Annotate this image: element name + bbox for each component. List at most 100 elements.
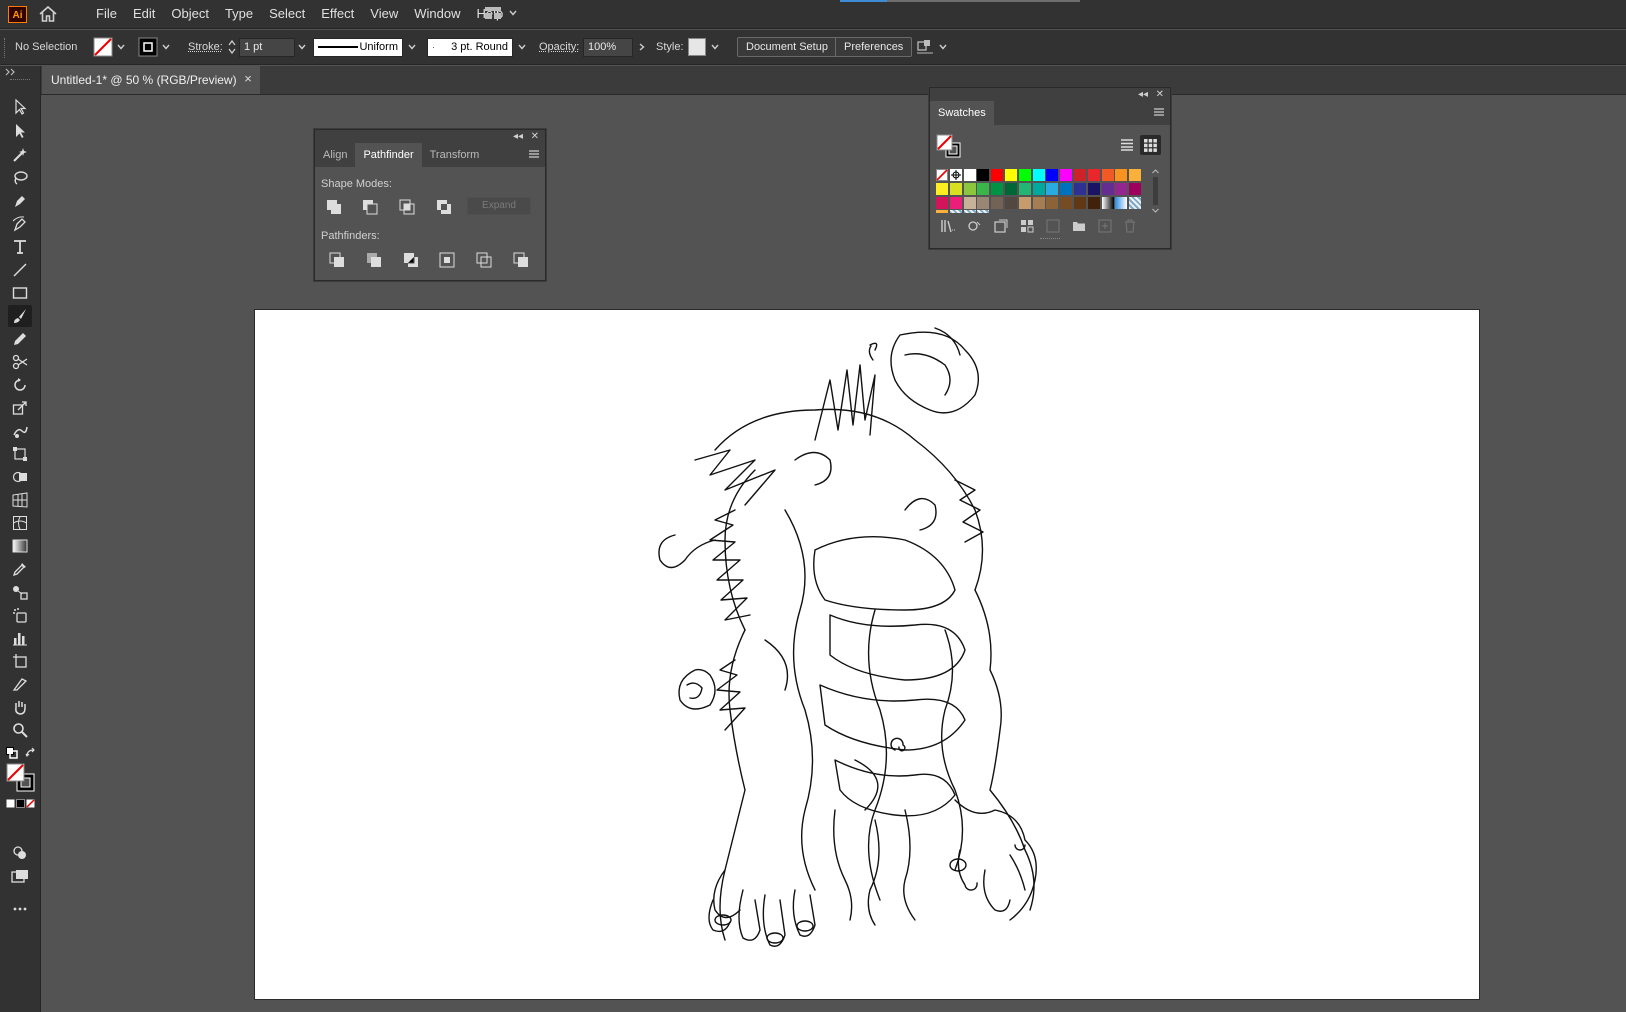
trim-icon[interactable] (366, 252, 382, 268)
swatch[interactable] (1087, 182, 1100, 195)
minus-back-icon[interactable] (513, 252, 529, 268)
artboard[interactable] (254, 309, 1480, 1000)
tab-align[interactable]: Align (315, 143, 355, 167)
control-bar-grip[interactable] (4, 38, 8, 58)
collapse-icon[interactable]: ◂◂ (513, 131, 523, 142)
zoom-tool-icon[interactable] (8, 719, 32, 741)
crop-icon[interactable] (439, 252, 455, 268)
swatch[interactable] (1018, 182, 1031, 195)
rotate-tool-icon[interactable] (8, 374, 32, 396)
panel-titlebar[interactable]: ◂◂ ✕ (930, 88, 1170, 101)
paintbrush-tool-icon[interactable] (8, 305, 32, 327)
swatch[interactable] (1032, 169, 1045, 181)
swatch[interactable] (1005, 182, 1017, 195)
swatch[interactable] (1046, 196, 1059, 209)
document-tab[interactable]: Untitled-1* @ 50 % (RGB/Preview) × (42, 66, 260, 94)
panel-menu-icon[interactable] (529, 150, 539, 158)
swatch[interactable] (1060, 196, 1073, 209)
preferences-button[interactable]: Preferences (835, 37, 913, 57)
swatch[interactable] (936, 169, 948, 181)
panel-resize-grip[interactable] (1040, 238, 1060, 242)
swatch[interactable] (1074, 196, 1086, 209)
document-setup-button[interactable]: Document Setup (737, 37, 837, 57)
toolbar-grip[interactable] (10, 79, 30, 83)
perspective-grid-tool-icon[interactable] (8, 489, 32, 511)
menu-file[interactable]: File (88, 0, 125, 28)
swatch[interactable] (1115, 169, 1128, 181)
swatch[interactable] (977, 210, 990, 213)
selection-tool-icon[interactable] (8, 96, 32, 118)
pen-tool-icon[interactable] (8, 190, 32, 212)
home-icon[interactable] (38, 5, 58, 23)
swatch[interactable] (1101, 182, 1114, 195)
swatch[interactable] (991, 196, 1004, 209)
swatch[interactable] (1060, 169, 1073, 181)
tab-pathfinder[interactable]: Pathfinder (355, 143, 422, 167)
swatch[interactable] (1129, 196, 1141, 209)
edit-color-group-icon[interactable] (1046, 219, 1060, 233)
swatch[interactable] (949, 182, 962, 195)
swatch-libraries-icon[interactable] (940, 219, 956, 233)
tab-swatches[interactable]: Swatches (930, 101, 994, 125)
menu-window[interactable]: Window (406, 0, 468, 28)
default-colors-icon[interactable] (6, 747, 18, 759)
graphic-style-control[interactable] (688, 30, 720, 64)
minus-front-icon[interactable] (362, 199, 378, 215)
swatch[interactable] (991, 169, 1004, 181)
swatch[interactable] (1129, 169, 1141, 181)
gradient-tool-icon[interactable] (8, 535, 32, 557)
curvature-tool-icon[interactable] (8, 213, 32, 235)
grid-view-icon[interactable] (1140, 135, 1161, 155)
workspace-switcher[interactable] (484, 6, 518, 20)
artboard-tool-icon[interactable] (8, 650, 32, 672)
swatch[interactable] (963, 169, 976, 181)
new-swatch-icon[interactable] (1098, 219, 1112, 233)
lasso-tool-icon[interactable] (8, 167, 32, 189)
pencil-tool-icon[interactable] (8, 328, 32, 350)
swatch[interactable] (1087, 196, 1100, 209)
exclude-icon[interactable] (436, 199, 452, 215)
brush-definition[interactable]: · 3 pt. Round (427, 30, 527, 64)
swatch[interactable] (1032, 182, 1045, 195)
swatch[interactable] (977, 169, 990, 181)
free-transform-tool-icon[interactable] (8, 443, 32, 465)
panel-menu-icon[interactable] (1154, 108, 1164, 116)
fill-control[interactable] (93, 30, 126, 64)
swatch[interactable] (1074, 169, 1086, 181)
swatch[interactable] (1060, 182, 1073, 195)
opacity-field[interactable]: 100% (583, 37, 633, 57)
outline-icon[interactable] (476, 252, 492, 268)
merge-icon[interactable] (403, 252, 419, 268)
unite-icon[interactable] (326, 199, 342, 215)
stroke-label[interactable]: Stroke: (188, 30, 223, 64)
close-icon[interactable]: ✕ (1156, 89, 1164, 100)
warp-tool-icon[interactable] (8, 420, 32, 442)
collapse-icon[interactable]: ◂◂ (1138, 89, 1148, 100)
swatch[interactable] (1005, 169, 1017, 181)
show-kinds-icon[interactable] (968, 219, 982, 233)
menu-object[interactable]: Object (163, 0, 217, 28)
symbol-sprayer-tool-icon[interactable] (8, 604, 32, 626)
swatch[interactable] (963, 196, 976, 209)
type-tool-icon[interactable] (8, 236, 32, 258)
scissors-tool-icon[interactable] (8, 351, 32, 373)
swatch[interactable] (963, 182, 976, 195)
slice-tool-icon[interactable] (8, 673, 32, 695)
stroke-color-control[interactable] (138, 30, 171, 64)
swatch[interactable] (963, 210, 976, 213)
eyedropper-tool-icon[interactable] (8, 558, 32, 580)
swatch[interactable] (1046, 169, 1059, 181)
screen-mode-icon[interactable] (8, 866, 32, 888)
swatch[interactable] (1018, 196, 1031, 209)
color-group-icon[interactable] (1020, 219, 1034, 233)
line-tool-icon[interactable] (8, 259, 32, 281)
swatch[interactable] (936, 182, 948, 195)
column-graph-tool-icon[interactable] (8, 627, 32, 649)
swatch[interactable] (1005, 196, 1017, 209)
swatch[interactable] (1101, 169, 1114, 181)
stroke-weight-field[interactable]: 1 pt (239, 37, 295, 57)
close-icon[interactable]: ✕ (531, 131, 539, 142)
menu-select[interactable]: Select (261, 0, 313, 28)
trash-icon[interactable] (1124, 219, 1136, 233)
menu-effect[interactable]: Effect (313, 0, 362, 28)
